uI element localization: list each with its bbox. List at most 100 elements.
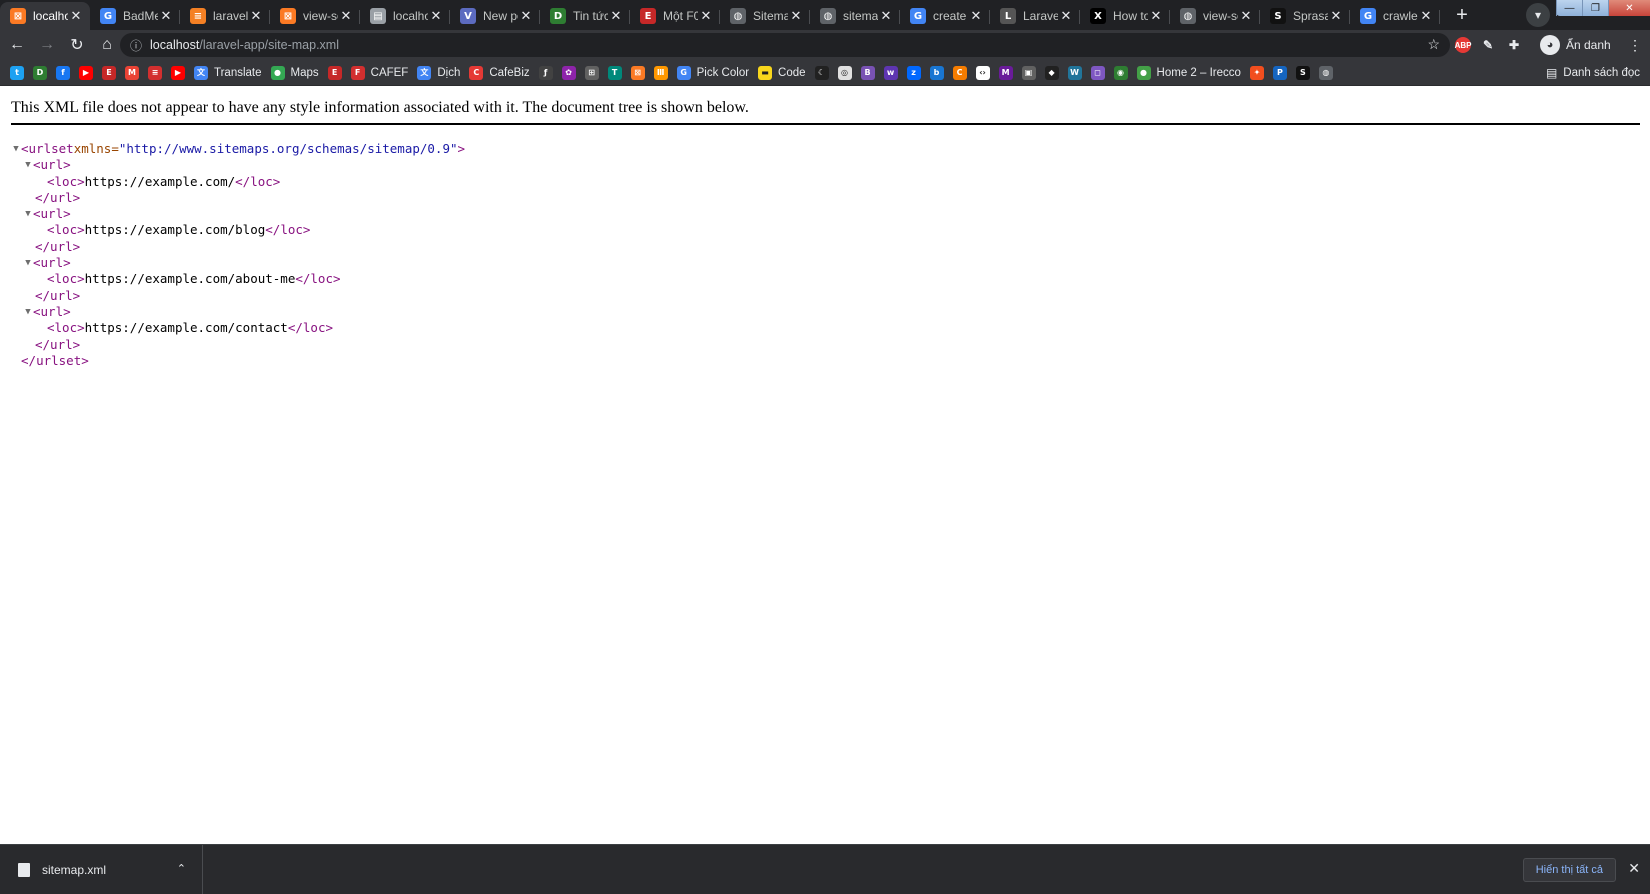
tab-close-icon[interactable]: ✕ xyxy=(788,8,804,24)
tab-close-icon[interactable]: ✕ xyxy=(248,8,264,24)
tab-item[interactable]: ▤ localho ✕ xyxy=(360,2,450,30)
tab-item[interactable]: E Một F0 ✕ xyxy=(630,2,720,30)
bookmark-item[interactable]: B xyxy=(860,65,875,80)
tab-close-icon[interactable]: ✕ xyxy=(1328,8,1344,24)
bookmark-item[interactable]: ▶ xyxy=(171,65,185,80)
bookmark-item[interactable]: f xyxy=(56,65,70,80)
close-window-icon[interactable]: ✕ xyxy=(1608,0,1650,16)
tab-item[interactable]: X How to ✕ xyxy=(1080,2,1170,30)
bookmark-item[interactable]: ◻ xyxy=(1090,65,1105,80)
close-shelf-icon[interactable]: ✕ xyxy=(1628,860,1640,877)
tab-item[interactable]: ◍ Sitema ✕ xyxy=(720,2,810,30)
tab-close-icon[interactable]: ✕ xyxy=(1418,8,1434,24)
tab-item[interactable]: ≡ laravel ✕ xyxy=(180,2,270,30)
bookmark-item[interactable]: ‹› xyxy=(975,65,990,80)
bookmark-item[interactable]: t xyxy=(10,65,24,80)
tab-item[interactable]: S Sprasa ✕ xyxy=(1260,2,1350,30)
tab-item[interactable]: ⊠ localhost✕ xyxy=(0,2,90,30)
tab-close-icon[interactable]: ✕ xyxy=(878,8,894,24)
collapse-triangle-icon[interactable]: ▼ xyxy=(23,304,33,320)
bookmark-item[interactable]: ⊞ xyxy=(584,65,599,80)
bookmark-item[interactable]: b xyxy=(929,65,944,80)
collapse-triangle-icon[interactable]: ▼ xyxy=(23,206,33,222)
bookmark-item[interactable]: ● Home 2 – Irecco xyxy=(1136,65,1241,80)
tab-close-icon[interactable]: ✕ xyxy=(1058,8,1074,24)
bookmark-item[interactable]: ◎ xyxy=(837,65,852,80)
tab-item[interactable]: ⊠ view-so✕ xyxy=(270,2,360,30)
site-info-icon[interactable]: ⓘ xyxy=(130,37,142,54)
bookmark-item[interactable]: ✿ xyxy=(561,65,576,80)
bookmark-item[interactable]: Ⅲ xyxy=(653,65,668,80)
bookmark-item[interactable]: M xyxy=(125,65,139,80)
bookmark-item[interactable]: ▣ xyxy=(1021,65,1036,80)
show-all-downloads-button[interactable]: Hiển thị tất cả xyxy=(1522,858,1616,882)
extensions-puzzle-icon[interactable]: ✚ xyxy=(1506,37,1522,53)
home-icon[interactable]: ⌂ xyxy=(94,32,120,58)
tab-item[interactable]: G BadMet✕ xyxy=(90,2,180,30)
chevron-up-icon[interactable]: ⌃ xyxy=(177,862,186,875)
bookmark-item[interactable]: ☾ xyxy=(814,65,829,80)
tab-item[interactable]: Gcreate ✕ xyxy=(900,2,990,30)
tab-item[interactable]: ◍ sitemap✕ xyxy=(810,2,900,30)
bookmark-item[interactable]: M xyxy=(998,65,1013,80)
tab-close-icon[interactable]: ✕ xyxy=(338,8,354,24)
bookmark-item[interactable]: G Pick Color xyxy=(676,65,749,80)
bookmark-item[interactable]: ✦ xyxy=(1249,65,1264,80)
download-item[interactable]: sitemap.xml ⌃ xyxy=(0,844,203,894)
tab-close-icon[interactable]: ✕ xyxy=(698,8,714,24)
back-arrow-icon[interactable]: ← xyxy=(4,32,30,58)
bookmark-item[interactable]: w xyxy=(883,65,898,80)
minimize-icon[interactable]: — xyxy=(1556,0,1582,16)
bookmark-item[interactable]: C xyxy=(952,65,967,80)
bookmark-item[interactable]: ƒ xyxy=(538,65,553,80)
tab-close-icon[interactable]: ✕ xyxy=(1238,8,1254,24)
bookmark-item[interactable]: ≡ xyxy=(148,65,162,80)
reload-icon[interactable]: ↻ xyxy=(64,32,90,58)
bookmark-item[interactable]: ▬ Code xyxy=(758,65,806,80)
bookmark-item[interactable]: ◉ xyxy=(1113,65,1128,80)
bookmark-item[interactable]: S xyxy=(1295,65,1310,80)
tab-close-icon[interactable]: ✕ xyxy=(1148,8,1164,24)
bookmark-item[interactable]: ⊠ xyxy=(630,65,645,80)
color-picker-extension-icon[interactable]: ✎ xyxy=(1480,37,1496,53)
bookmark-item[interactable]: P xyxy=(1272,65,1287,80)
restore-icon[interactable]: ❐ xyxy=(1582,0,1608,16)
tab-close-icon[interactable]: ✕ xyxy=(608,8,624,24)
tab-item[interactable]: L Laravel✕ xyxy=(990,2,1080,30)
bookmark-item[interactable]: W xyxy=(1067,65,1082,80)
forward-arrow-icon[interactable]: → xyxy=(34,32,60,58)
collapse-triangle-icon[interactable]: ▼ xyxy=(23,255,33,271)
bookmark-item[interactable]: z xyxy=(906,65,921,80)
tab-close-icon[interactable]: ✕ xyxy=(428,8,444,24)
collapse-triangle-icon[interactable]: ▼ xyxy=(11,141,21,157)
tab-item[interactable]: Gcrawler ✕ xyxy=(1350,2,1440,30)
new-tab-button[interactable]: + xyxy=(1448,1,1476,29)
bookmark-item[interactable]: ▶ xyxy=(79,65,93,80)
tab-close-icon[interactable]: ✕ xyxy=(518,8,534,24)
bookmark-item[interactable]: ◆ xyxy=(1044,65,1059,80)
bookmark-item[interactable]: D xyxy=(33,65,47,80)
tab-item[interactable]: ◍ view-sc✕ xyxy=(1170,2,1260,30)
collapse-triangle-icon[interactable]: ▼ xyxy=(23,157,33,173)
bookmark-item[interactable]: T xyxy=(607,65,622,80)
bookmark-item[interactable]: 文 Dịch xyxy=(417,65,460,80)
menu-kebab-icon[interactable]: ⋮ xyxy=(1628,37,1642,54)
bookmark-item[interactable]: ◍ xyxy=(1318,65,1333,80)
bookmark-item[interactable]: F CAFEF xyxy=(350,65,408,80)
address-bar[interactable]: ⓘ localhost/laravel-app/site-map.xml ☆ xyxy=(120,33,1450,57)
tab-item[interactable]: V New po✕ xyxy=(450,2,540,30)
bookmark-item[interactable]: E xyxy=(327,65,342,80)
bookmark-item[interactable]: C CafeBiz xyxy=(469,65,530,80)
tab-item[interactable]: D Tin tức ✕ xyxy=(540,2,630,30)
tab-close-icon[interactable]: ✕ xyxy=(68,8,84,24)
tab-search-icon[interactable]: ▾ xyxy=(1526,3,1550,27)
tab-close-icon[interactable]: ✕ xyxy=(158,8,174,24)
bookmark-item[interactable]: ● Maps xyxy=(270,65,319,80)
bookmark-item[interactable]: E xyxy=(102,65,116,80)
adblock-icon[interactable]: ABP xyxy=(1455,37,1471,53)
tab-close-icon[interactable]: ✕ xyxy=(968,8,984,24)
bookmark-item[interactable]: 文 Translate xyxy=(194,65,262,80)
incognito-profile-button[interactable]: ◕ Ẩn danh xyxy=(1540,34,1611,56)
bookmark-star-icon[interactable]: ☆ xyxy=(1427,36,1440,53)
reading-list-button[interactable]: ▤ Danh sách đọc xyxy=(1546,66,1640,80)
